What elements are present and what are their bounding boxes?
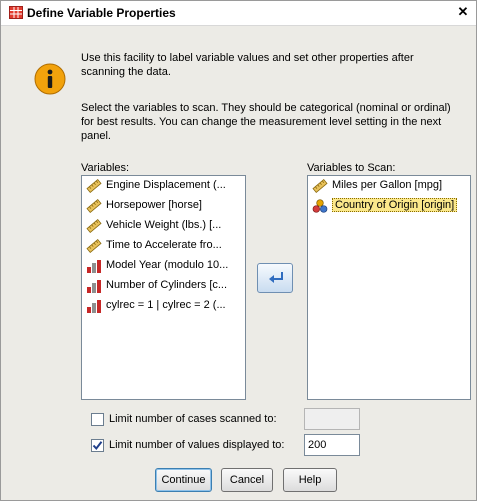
ruler-scale-icon: [86, 199, 102, 213]
limit-values-checkbox[interactable]: [91, 439, 104, 452]
list-item-label: Number of Cylinders [c...: [106, 279, 228, 291]
ruler-scale-icon: [86, 219, 102, 233]
list-item[interactable]: cylrec = 1 | cylrec = 2 (...: [82, 296, 245, 316]
spss-grid-icon: [9, 6, 23, 19]
bar-ordinal-icon: [87, 280, 101, 293]
list-item[interactable]: Time to Accelerate fro...: [82, 236, 245, 256]
dialog-window: Define Variable Properties ✕ Use this fa…: [0, 0, 477, 501]
variables-label: Variables:: [81, 162, 130, 174]
arrow-left-icon: [269, 272, 283, 283]
checkmark-icon: [92, 441, 103, 451]
close-button[interactable]: ✕: [456, 5, 470, 19]
close-icon: ✕: [457, 4, 469, 19]
bar-ordinal-icon: [87, 300, 101, 313]
window-title: Define Variable Properties: [27, 6, 176, 20]
list-item-label: Miles per Gallon [mpg]: [332, 179, 443, 191]
move-variable-button[interactable]: [257, 263, 293, 293]
list-item-label: Time to Accelerate fro...: [106, 239, 222, 251]
ruler-scale-icon: [86, 239, 102, 253]
list-item-label: Engine Displacement (...: [106, 179, 226, 191]
ruler-scale-icon: [312, 179, 328, 193]
nominal-circles-icon: [312, 199, 328, 213]
list-item[interactable]: Vehicle Weight (lbs.) [...: [82, 216, 245, 236]
info-icon: [34, 63, 66, 95]
continue-button[interactable]: Continue: [155, 468, 212, 492]
help-button[interactable]: Help: [283, 468, 337, 492]
list-item[interactable]: Model Year (modulo 10...: [82, 256, 245, 276]
limit-cases-field[interactable]: [304, 408, 360, 430]
limit-values-label: Limit number of values displayed to:: [109, 439, 285, 451]
list-item-label: Country of Origin [origin]: [332, 198, 458, 212]
limit-cases-checkbox[interactable]: [91, 413, 104, 426]
cancel-button[interactable]: Cancel: [221, 468, 273, 492]
list-item[interactable]: Number of Cylinders [c...: [82, 276, 245, 296]
scan-label: Variables to Scan:: [307, 162, 396, 174]
ruler-scale-icon: [86, 179, 102, 193]
bar-ordinal-icon: [87, 260, 101, 273]
variables-list[interactable]: Engine Displacement (... Horsepower [hors…: [81, 175, 246, 400]
list-item[interactable]: Engine Displacement (...: [82, 176, 245, 196]
list-item-label: Vehicle Weight (lbs.) [...: [106, 219, 222, 231]
scan-list[interactable]: Miles per Gallon [mpg] Country of Origin …: [307, 175, 471, 400]
list-item-label: cylrec = 1 | cylrec = 2 (...: [106, 299, 226, 311]
list-item[interactable]: Miles per Gallon [mpg]: [308, 176, 470, 196]
list-item[interactable]: Country of Origin [origin]: [308, 196, 470, 216]
title-bar[interactable]: Define Variable Properties ✕: [1, 1, 476, 26]
limit-values-field[interactable]: 200: [304, 434, 360, 456]
list-item-label: Horsepower [horse]: [106, 199, 202, 211]
intro-text: Use this facility to label variable valu…: [81, 52, 414, 78]
list-item-label: Model Year (modulo 10...: [106, 259, 229, 271]
list-item[interactable]: Horsepower [horse]: [82, 196, 245, 216]
instructions-text: Select the variables to scan. They shoul…: [81, 102, 451, 142]
limit-cases-label: Limit number of cases scanned to:: [109, 413, 277, 425]
